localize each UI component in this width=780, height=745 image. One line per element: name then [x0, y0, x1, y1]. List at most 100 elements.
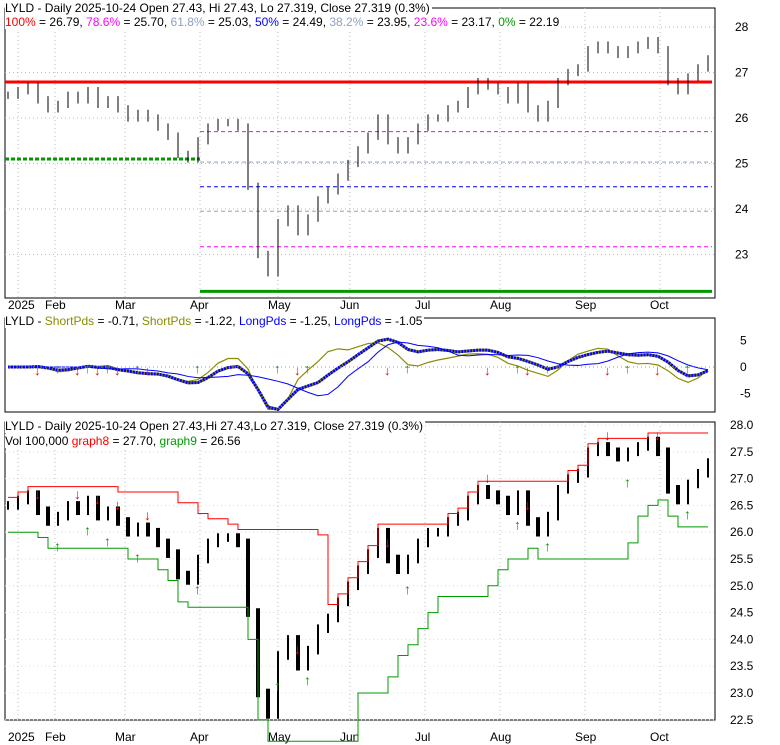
stock-chart: 2025 2025 Feb Feb Mar Mar Apr Apr May May Jun Jun Ju…: [0, 0, 780, 745]
fib-value: 25.03: [218, 15, 249, 29]
y-tick-label: 25.5: [730, 552, 754, 566]
graph8-value: 27.70: [122, 434, 153, 448]
x-tick-label: Aug: [490, 730, 511, 744]
buy-arrow-icon: ↑: [624, 474, 631, 490]
buy-arrow-icon: ↑: [404, 581, 411, 597]
buy-arrow-icon: ↑: [194, 361, 201, 376]
volume-label: Vol 100,000: [5, 434, 69, 448]
x-tick-label: Apr: [190, 298, 209, 312]
oscillator-line: [8, 337, 709, 412]
sell-arrow-icon: ↓: [144, 507, 151, 523]
buy-arrow-icon: ↑: [274, 677, 281, 693]
sell-arrow-icon: ↓: [114, 496, 121, 512]
oscillator-legend-item: ShortPds = -0.71,: [44, 314, 142, 328]
osc-value: -1.05: [395, 314, 423, 328]
y-tick-label: 26: [735, 111, 749, 125]
y-tick-label: 25.0: [730, 579, 754, 593]
x-tick-label: Sep: [575, 730, 597, 744]
sell-arrow-icon: ↓: [384, 363, 391, 378]
graph9-line: [8, 499, 708, 742]
osc-value: -1.25: [300, 314, 328, 328]
p2-prefix: LYLD -: [5, 314, 45, 328]
sell-arrow-icon: ↓: [384, 534, 391, 550]
oscillator-line: [8, 337, 709, 412]
sell-arrow-icon: ↓: [34, 486, 41, 502]
buy-arrow-icon: ↑: [104, 361, 111, 376]
buy-arrow-icon: ↑: [404, 361, 411, 376]
x-tick-label: May: [268, 730, 291, 744]
buy-arrow-icon: ↑: [134, 361, 141, 376]
fib-legend-item: 78.6% = 25.70,: [86, 15, 171, 29]
buy-arrow-icon: ↑: [54, 538, 61, 554]
y-tick-label: 26.5: [730, 498, 754, 512]
y-tick-label: 23.0: [730, 686, 754, 700]
x-tick-label: Feb: [45, 730, 66, 744]
fib-value: 22.19: [529, 15, 560, 29]
fib-label: 23.6%: [413, 15, 448, 29]
x-tick-label: 2025: [8, 730, 35, 744]
sell-arrow-icon: ↓: [484, 470, 491, 486]
fib-label: 0%: [498, 15, 516, 29]
y-tick-label: 24.0: [730, 632, 754, 646]
fib-legend-item: 50% = 24.49,: [254, 15, 330, 29]
buy-arrow-icon: ↑: [304, 361, 311, 376]
sell-arrow-icon: ↓: [524, 363, 531, 378]
buy-arrow-icon: ↑: [54, 361, 61, 376]
sell-arrow-icon: ↓: [34, 363, 41, 378]
fib-legend-item: 0% = 22.19: [498, 15, 560, 29]
panel3-title: LYLD - Daily 2025-10-24 Open 27.43,Hi 27…: [5, 419, 426, 433]
x-tick-label: Jun: [340, 730, 359, 744]
osc-value: -1.22: [204, 314, 233, 328]
sell-arrow-icon: ↓: [524, 496, 531, 512]
fib-value: 23.17: [461, 15, 492, 29]
sell-arrow-icon: ↓: [654, 363, 661, 378]
y-tick-label: 26.0: [730, 525, 754, 539]
x-tick-label: Sep: [575, 298, 597, 312]
graph9-label: graph9: [159, 434, 197, 448]
panel1-title: LYLD - Daily 2025-10-24 Open 27.43, Hi 2…: [5, 1, 432, 15]
y-tick-label: 22.5: [730, 713, 754, 727]
fib-value: 24.49: [292, 15, 323, 29]
x-tick-label: Oct: [650, 730, 669, 744]
fib-label: 61.8%: [170, 15, 205, 29]
y-tick-label: 27: [735, 66, 749, 80]
buy-arrow-icon: ↑: [544, 361, 551, 376]
buy-arrow-icon: ↑: [134, 549, 141, 565]
sell-arrow-icon: ↓: [144, 363, 151, 378]
buy-arrow-icon: ↑: [84, 361, 91, 376]
buy-arrow-icon: ↑: [544, 538, 551, 554]
sell-arrow-icon: ↓: [114, 363, 121, 378]
buy-arrow-icon: ↑: [624, 361, 631, 376]
y-tick-label: -5: [740, 387, 751, 401]
y-tick-label: 23: [735, 248, 749, 262]
x-tick-label: Oct: [650, 298, 669, 312]
fib-legend-item: 38.2% = 23.95,: [329, 15, 414, 29]
x-tick-label: Jul: [415, 730, 430, 744]
sell-arrow-icon: ↓: [484, 363, 491, 378]
buy-arrow-icon: ↑: [274, 361, 281, 376]
sell-arrow-icon: ↓: [604, 427, 611, 443]
buy-arrow-icon: ↑: [194, 581, 201, 597]
y-tick-label: 25: [735, 157, 749, 171]
osc-label: LongPds: [334, 314, 382, 328]
osc-label: ShortPds: [141, 314, 192, 328]
fib-label: 38.2%: [329, 15, 364, 29]
buy-arrow-icon: ↑: [84, 522, 91, 538]
oscillator-legend: LYLD - ShortPds = -0.71, ShortPds = -1.2…: [5, 314, 425, 328]
fib-value: 26.79: [49, 15, 80, 29]
panel-frame-3: [4, 421, 716, 721]
osc-label: ShortPds: [44, 314, 95, 328]
chart-canvas: 2025 2025 Feb Feb Mar Mar Apr Apr May May Jun Jun Ju…: [4, 7, 754, 744]
fib-legend: 100% = 26.79, 78.6% = 25.70, 61.8% = 25.…: [5, 15, 562, 29]
y-tick-label: 28.0: [730, 418, 754, 432]
sell-arrow-icon: ↓: [74, 363, 81, 378]
buy-arrow-icon: ↑: [684, 361, 691, 376]
oscillator-legend-item: LongPds = -1.05: [334, 314, 423, 328]
y-tick-label: 28: [735, 20, 749, 34]
y-tick-label: 27.5: [730, 445, 754, 459]
buy-arrow-icon: ↑: [304, 672, 311, 688]
y-tick-label: 23.5: [730, 659, 754, 673]
panel3-legend: Vol 100,000 graph8 = 27.70, graph9 = 26.…: [5, 434, 243, 448]
sell-arrow-icon: ↓: [604, 363, 611, 378]
fib-value: 23.95: [377, 15, 408, 29]
